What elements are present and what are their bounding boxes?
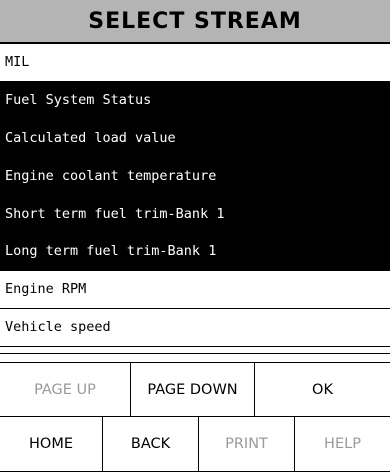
list-spacer xyxy=(0,347,390,354)
stream-item-fuel-system-status[interactable]: Fuel System Status xyxy=(0,81,390,120)
help-button[interactable]: HELP xyxy=(295,417,390,471)
stream-list: MIL Fuel System Status Calculated load v… xyxy=(0,44,390,348)
screen-title: SELECT STREAM xyxy=(0,0,390,44)
page-down-button[interactable]: PAGE DOWN xyxy=(131,363,255,416)
page-up-button[interactable]: PAGE UP xyxy=(0,363,131,416)
stream-item-calculated-load[interactable]: Calculated load value xyxy=(0,119,390,158)
stream-item-engine-rpm[interactable]: Engine RPM xyxy=(0,271,390,310)
stream-item-short-term-fuel-trim[interactable]: Short term fuel trim-Bank 1 xyxy=(0,195,390,234)
stream-item-coolant-temperature[interactable]: Engine coolant temperature xyxy=(0,157,390,196)
button-row-bottom: HOME BACK PRINT HELP xyxy=(0,417,390,472)
stream-item-mil[interactable]: MIL xyxy=(0,44,390,82)
ok-button[interactable]: OK xyxy=(255,363,390,416)
stream-item-vehicle-speed[interactable]: Vehicle speed xyxy=(0,309,390,348)
stream-item-long-term-fuel-trim[interactable]: Long term fuel trim-Bank 1 xyxy=(0,233,390,272)
back-button[interactable]: BACK xyxy=(103,417,199,471)
select-stream-screen: SELECT STREAM MIL Fuel System Status Cal… xyxy=(0,0,390,472)
print-button[interactable]: PRINT xyxy=(199,417,295,471)
home-button[interactable]: HOME xyxy=(0,417,103,471)
button-row-top: PAGE UP PAGE DOWN OK xyxy=(0,362,390,417)
